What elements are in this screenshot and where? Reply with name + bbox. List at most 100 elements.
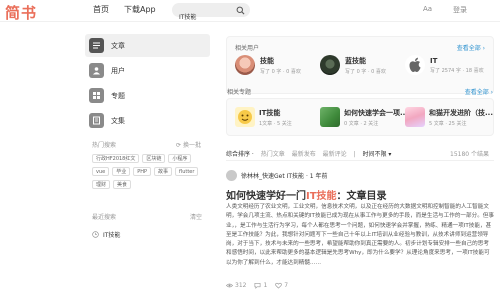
refresh-hot-button[interactable]: ⟳ 换一批 [176, 140, 201, 149]
user-meta: 写了 0 字 · 0 喜欢 [345, 68, 386, 75]
topic-meta: 1文章 · 5 关注 [259, 120, 292, 127]
article-icon [89, 38, 104, 53]
user-name: IT [430, 56, 438, 65]
apple-logo-icon [409, 57, 421, 72]
hot-tag[interactable]: 理财 [92, 180, 111, 189]
sort-divider: | [353, 151, 356, 158]
topic-cover-image [320, 107, 340, 127]
nav-download-link[interactable]: 下载App [124, 4, 156, 15]
user-meta: 写了 2574 字 · 18 喜欢 [430, 67, 484, 74]
recent-search-title: 最近搜索 [92, 214, 117, 221]
login-link[interactable]: 登录 [453, 5, 467, 15]
related-user[interactable]: 蓝技能 写了 0 字 · 0 喜欢 [320, 55, 386, 75]
topic-meta: 5 文章 · 25 关注 [429, 120, 467, 127]
avatar [320, 55, 340, 75]
sort-option-comments[interactable]: 最新评论 [323, 151, 347, 158]
hot-tag[interactable]: PHP [133, 167, 152, 176]
avatar [235, 55, 255, 75]
related-users-title: 相关用户 [235, 45, 260, 52]
view-all-users-link[interactable]: 查看全部 › [457, 43, 485, 52]
views-stat: 312 [226, 282, 246, 289]
related-topics-card: 相关专题 查看全部 › IT技能 1文章 · 5 关注 如何快速学会一项... … [226, 89, 494, 136]
comments-count: 1 [263, 282, 268, 289]
topic-name: 和猫开发进阶（技... [429, 108, 493, 117]
hot-search-title: 热门搜索 [92, 142, 117, 149]
related-users-card: 相关用户 查看全部 › 技能 写了 0 字 · 0 喜欢 蓝技能 写了 0 字 … [226, 36, 494, 94]
avatar [405, 55, 425, 75]
sort-option-hot[interactable]: 热门文章 [261, 151, 285, 158]
hot-tag[interactable]: vue [92, 167, 110, 176]
nav-home-link[interactable]: 首页 [93, 4, 109, 15]
search-input[interactable] [173, 10, 235, 23]
top-navbar: 简书 首页 下载App Aa 登录 [0, 0, 500, 23]
avatar [226, 170, 237, 181]
article-abstract: 人类文明经历了农业文明，工业文明，信息技术文明，以及正在经历的大数据文明和控制智… [226, 204, 494, 266]
hot-tag[interactable]: 区块链 [142, 154, 166, 163]
views-count: 312 [235, 282, 247, 289]
view-all-topics-link[interactable]: 查看全部 › [465, 87, 493, 96]
clear-recent-button[interactable]: 清空 [190, 212, 202, 221]
divider [226, 160, 494, 161]
comment-icon [255, 283, 261, 289]
hot-tag[interactable]: 毕业 [112, 167, 131, 176]
refresh-icon: ⟳ [176, 142, 182, 149]
article-author[interactable]: 徐林林_快速Get IT技能 · 1 年前 [226, 170, 327, 181]
user-name: 蓝技能 [345, 56, 366, 65]
site-logo[interactable]: 简书 [5, 2, 37, 23]
likes-stat[interactable]: 7 [275, 282, 288, 289]
sidebar-item-label: 专题 [111, 91, 125, 100]
topic-name: 如何快速学会一项... [344, 108, 408, 117]
sidebar-item-label: 文集 [111, 116, 125, 125]
related-topics-title: 相关专题 [227, 89, 252, 96]
eye-icon [226, 283, 233, 288]
recent-search-item[interactable]: IT技能 [92, 230, 120, 239]
likes-count: 7 [284, 282, 289, 289]
user-name: 技能 [260, 56, 274, 65]
user-icon [89, 63, 104, 78]
sort-option-newest[interactable]: 最新发布 [292, 151, 316, 158]
topic-name: IT技能 [259, 108, 281, 117]
search-icon[interactable] [236, 6, 245, 15]
sidebar-item-label: 文章 [111, 41, 125, 50]
topic-cover-image [405, 107, 425, 127]
comments-stat[interactable]: 1 [254, 282, 267, 289]
sidebar-item-articles[interactable]: 文章 [85, 34, 210, 57]
hot-tag[interactable]: 美食 [113, 180, 132, 189]
sidebar-item-users[interactable]: 用户 [85, 59, 210, 82]
related-user[interactable]: 技能 写了 0 字 · 0 喜欢 [235, 55, 301, 75]
font-size-button[interactable]: Aa [423, 5, 432, 13]
time-filter-dropdown[interactable]: 时间不限 ▾ [363, 151, 392, 158]
topic-icon [89, 88, 104, 103]
clock-icon [92, 231, 99, 238]
hot-tag[interactable]: 故事 [154, 167, 173, 176]
article-title-prefix: 如何快速学好一门 [226, 191, 306, 202]
result-count: 15180 个结果 [450, 151, 489, 158]
search-type-sidebar: 文章 用户 专题 文集 [85, 34, 210, 134]
sort-comprehensive[interactable]: 综合排序 · [226, 151, 254, 158]
article-meta: 312 1 7 [226, 282, 296, 289]
recent-search-label: IT技能 [103, 232, 121, 239]
article-title-suffix: ：文章目录 [336, 191, 387, 202]
article-title-highlight: IT技能 [306, 191, 337, 202]
hot-tags: 行政HF2018红文 区块链 小程序 vue 毕业 PHP 故事 flutter… [92, 154, 212, 193]
related-topic[interactable]: 如何快速学会一项... 0 文章 · 2 关注 [320, 107, 408, 127]
hot-tag[interactable]: flutter [175, 167, 199, 176]
topic-meta: 0 文章 · 2 关注 [344, 120, 379, 127]
article-title[interactable]: 如何快速学好一门IT技能：文章目录 [226, 187, 387, 202]
related-topic[interactable]: IT技能 1文章 · 5 关注 [235, 107, 292, 127]
refresh-label: 换一批 [182, 142, 201, 149]
sidebar-item-label: 用户 [111, 66, 125, 75]
related-user[interactable]: IT 写了 2574 字 · 18 喜欢 [405, 55, 484, 75]
hot-tag[interactable]: 行政HF2018红文 [92, 154, 140, 163]
emoji-face-icon [238, 110, 252, 124]
topic-cover-image [235, 107, 255, 127]
related-topic[interactable]: 和猫开发进阶（技... 5 文章 · 25 关注 [405, 107, 493, 127]
sidebar-item-topics[interactable]: 专题 [85, 84, 210, 107]
notebook-icon [89, 113, 104, 128]
hot-tag[interactable]: 小程序 [168, 154, 192, 163]
user-meta: 写了 0 字 · 0 喜欢 [260, 68, 301, 75]
author-name: 徐林林_快速Get IT技能 · 1 年前 [241, 173, 328, 180]
sidebar-item-notebooks[interactable]: 文集 [85, 109, 210, 132]
search-box[interactable] [172, 3, 250, 23]
sort-bar: 综合排序 · 热门文章 最新发布 最新评论 | 时间不限 ▾ 15180 个结果 [226, 149, 494, 158]
